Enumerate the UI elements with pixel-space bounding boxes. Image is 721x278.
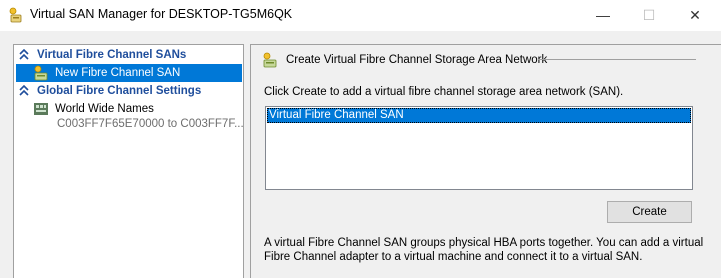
app-icon (8, 7, 24, 23)
san-create-icon (262, 52, 278, 68)
group-global-fc-settings[interactable]: Global Fibre Channel Settings (15, 82, 243, 99)
instruction-text: Click Create to add a virtual fibre chan… (264, 86, 624, 98)
close-button[interactable]: ✕ (672, 0, 718, 30)
tree-item-label: World Wide Names (55, 103, 154, 115)
details-panel: Create Virtual Fibre Channel Storage Are… (250, 44, 721, 278)
tree-item-label: New Fibre Channel SAN (55, 67, 181, 79)
minimize-button[interactable]: — (580, 0, 626, 30)
tree-item-world-wide-names[interactable]: World Wide Names (16, 100, 242, 118)
group-virtual-fc-sans[interactable]: Virtual Fibre Channel SANs (15, 46, 243, 63)
window-title: Virtual SAN Manager for DESKTOP-TG5M6QK (30, 7, 293, 21)
title-bar: Virtual SAN Manager for DESKTOP-TG5M6QK … (0, 0, 721, 31)
wwn-icon (33, 101, 49, 117)
panel-title: Create Virtual Fibre Channel Storage Are… (286, 54, 548, 66)
list-item[interactable]: Virtual Fibre Channel SAN (267, 108, 691, 123)
chevron-up-icon[interactable] (19, 48, 29, 61)
panel-header: Create Virtual Fibre Channel Storage Are… (262, 52, 547, 68)
description-text: A virtual Fibre Channel SAN groups physi… (264, 237, 704, 263)
header-divider (538, 59, 696, 60)
san-listbox[interactable]: Virtual Fibre Channel SAN (265, 106, 693, 190)
wwn-range-text: C003FF7F65E70000 to C003FF7F... (57, 118, 244, 130)
chevron-up-icon[interactable] (19, 84, 29, 97)
group-label: Global Fibre Channel Settings (37, 84, 202, 97)
tree-item-new-fc-san[interactable]: New Fibre Channel SAN (16, 64, 242, 82)
new-san-icon (33, 65, 49, 81)
settings-tree: Virtual Fibre Channel SANs New Fibre Cha… (13, 44, 244, 278)
create-button[interactable]: Create (607, 201, 692, 223)
client-area: Virtual Fibre Channel SANs New Fibre Cha… (0, 31, 721, 278)
maximize-button[interactable]: ☐ (626, 0, 672, 30)
group-label: Virtual Fibre Channel SANs (37, 48, 187, 61)
